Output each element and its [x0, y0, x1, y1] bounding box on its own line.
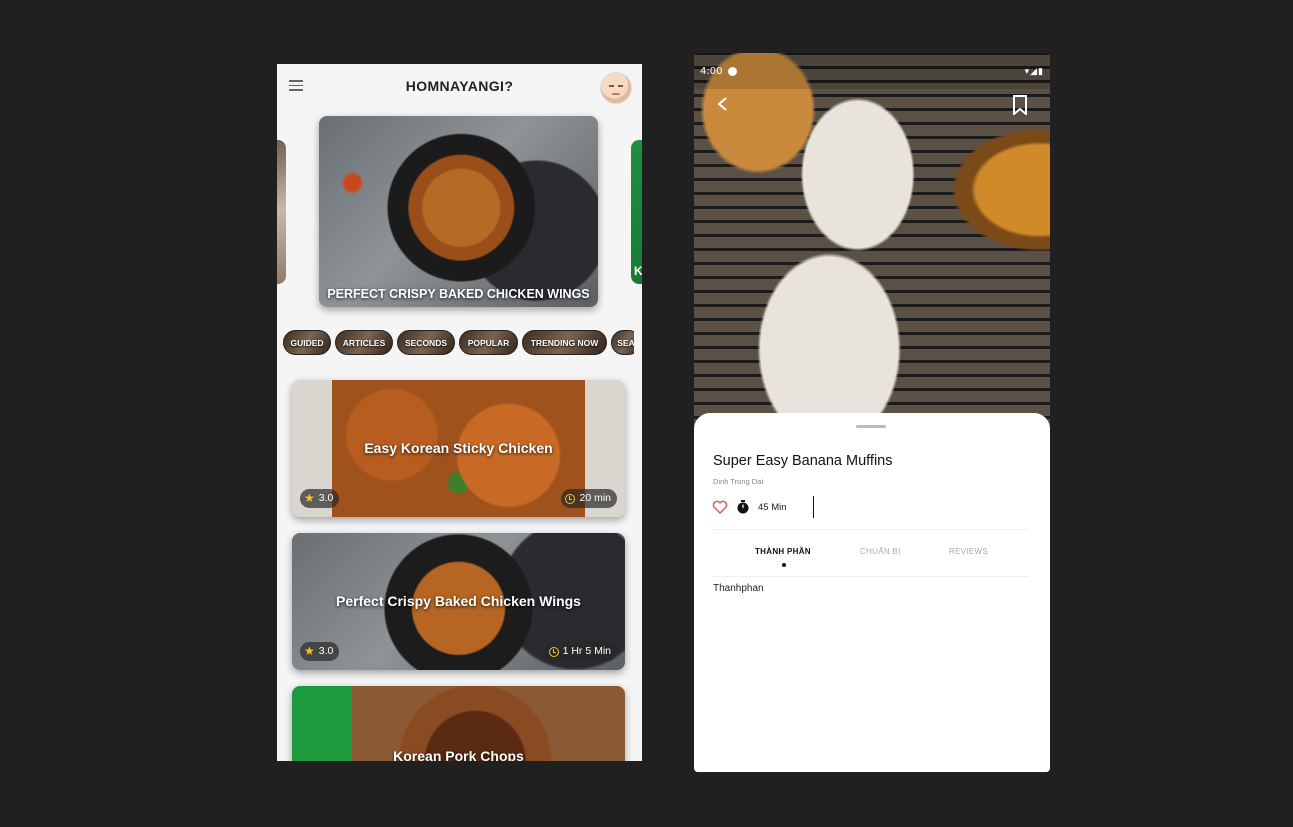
- recipe-author: Dinh Trong Dat: [713, 477, 764, 486]
- chip-trending-now[interactable]: TRENDING NOW: [522, 330, 607, 355]
- star-icon: ★: [304, 491, 315, 505]
- drag-handle[interactable]: [856, 425, 886, 428]
- recipe-card-title: Easy Korean Sticky Chicken: [364, 440, 553, 456]
- carousel-next-card[interactable]: K: [631, 140, 642, 284]
- featured-recipe-card[interactable]: PERFECT CRISPY BAKED CHICKEN WINGS: [319, 116, 598, 307]
- rating-badge: ★ 3.0: [300, 489, 340, 508]
- chip-sea[interactable]: SEA: [611, 330, 634, 355]
- meta-divider: [812, 496, 815, 518]
- timer-icon: [737, 500, 749, 514]
- system-status-icons: ▾◢▮: [1024, 66, 1044, 76]
- bookmark-icon[interactable]: [1012, 95, 1028, 115]
- divider: [713, 529, 1029, 530]
- ingredients-content: Thanhphan: [713, 583, 764, 594]
- carousel-prev-card[interactable]: [277, 140, 286, 284]
- time-badge: 20 min: [561, 489, 617, 508]
- recipe-detail-screen: 4:00 ▾◢▮ Super Easy Banana Muffins Dinh …: [694, 53, 1050, 772]
- rating-value: 3.0: [318, 492, 334, 504]
- heart-icon[interactable]: [712, 499, 728, 515]
- app-title: HOMNAYANGI?: [405, 78, 514, 94]
- clock-icon: [548, 646, 559, 657]
- recipe-card-title: Korean Pork Chops: [393, 748, 524, 761]
- divider: [713, 576, 1029, 577]
- recipe-card[interactable]: Easy Korean Sticky Chicken ★ 3.0 20 min: [292, 380, 625, 517]
- time-badge: 1 Hr 5 Min: [544, 642, 617, 661]
- tab-ingredients[interactable]: THÀNH PHẦN: [755, 547, 811, 556]
- category-chips: GUIDED ARTICLES SECONDS POPULAR TRENDING NOW…: [283, 330, 634, 357]
- chip-seconds[interactable]: SECONDS: [397, 330, 455, 355]
- recipe-duration: 45 Min: [758, 501, 787, 513]
- back-arrow-icon[interactable]: [716, 97, 730, 111]
- recipe-title: Super Easy Banana Muffins: [713, 453, 893, 469]
- rating-value: 3.0: [318, 645, 334, 657]
- recipe-tabs: THÀNH PHẦN CHUẨN BỊ REVIEWS: [694, 547, 1050, 571]
- top-app-bar: HOMNAYANGI?: [277, 64, 642, 112]
- chip-popular[interactable]: POPULAR: [459, 330, 518, 355]
- recipe-card[interactable]: Korean Pork Chops: [292, 686, 625, 761]
- notification-icon: [728, 67, 737, 76]
- avatar[interactable]: [600, 72, 632, 104]
- recipe-photo: [694, 53, 1050, 433]
- recipe-meta: 45 Min: [712, 496, 815, 518]
- carousel-next-label: K: [634, 264, 642, 278]
- time-value: 20 min: [579, 492, 611, 504]
- star-icon: ★: [304, 644, 315, 658]
- tab-reviews[interactable]: REVIEWS: [949, 547, 988, 556]
- status-time: 4:00: [700, 66, 723, 77]
- time-value: 1 Hr 5 Min: [562, 645, 611, 657]
- chip-guided[interactable]: GUIDED: [283, 330, 331, 355]
- active-tab-indicator: [782, 563, 786, 567]
- status-bar: 4:00 ▾◢▮: [694, 53, 1050, 89]
- home-screen: HOMNAYANGI? K PERFECT CRISPY BAKED CHICK…: [277, 64, 642, 761]
- recipe-card[interactable]: Perfect Crispy Baked Chicken Wings ★ 3.0…: [292, 533, 625, 670]
- tab-preparation[interactable]: CHUẨN BỊ: [860, 547, 901, 556]
- recipe-card-title: Perfect Crispy Baked Chicken Wings: [336, 593, 581, 609]
- clock-icon: [565, 493, 576, 504]
- chip-articles[interactable]: ARTICLES: [335, 330, 393, 355]
- featured-recipe-title: PERFECT CRISPY BAKED CHICKEN WINGS: [327, 287, 590, 301]
- rating-badge: ★ 3.0: [300, 642, 340, 661]
- recipe-info-sheet: Super Easy Banana Muffins Dinh Trong Dat…: [694, 413, 1050, 772]
